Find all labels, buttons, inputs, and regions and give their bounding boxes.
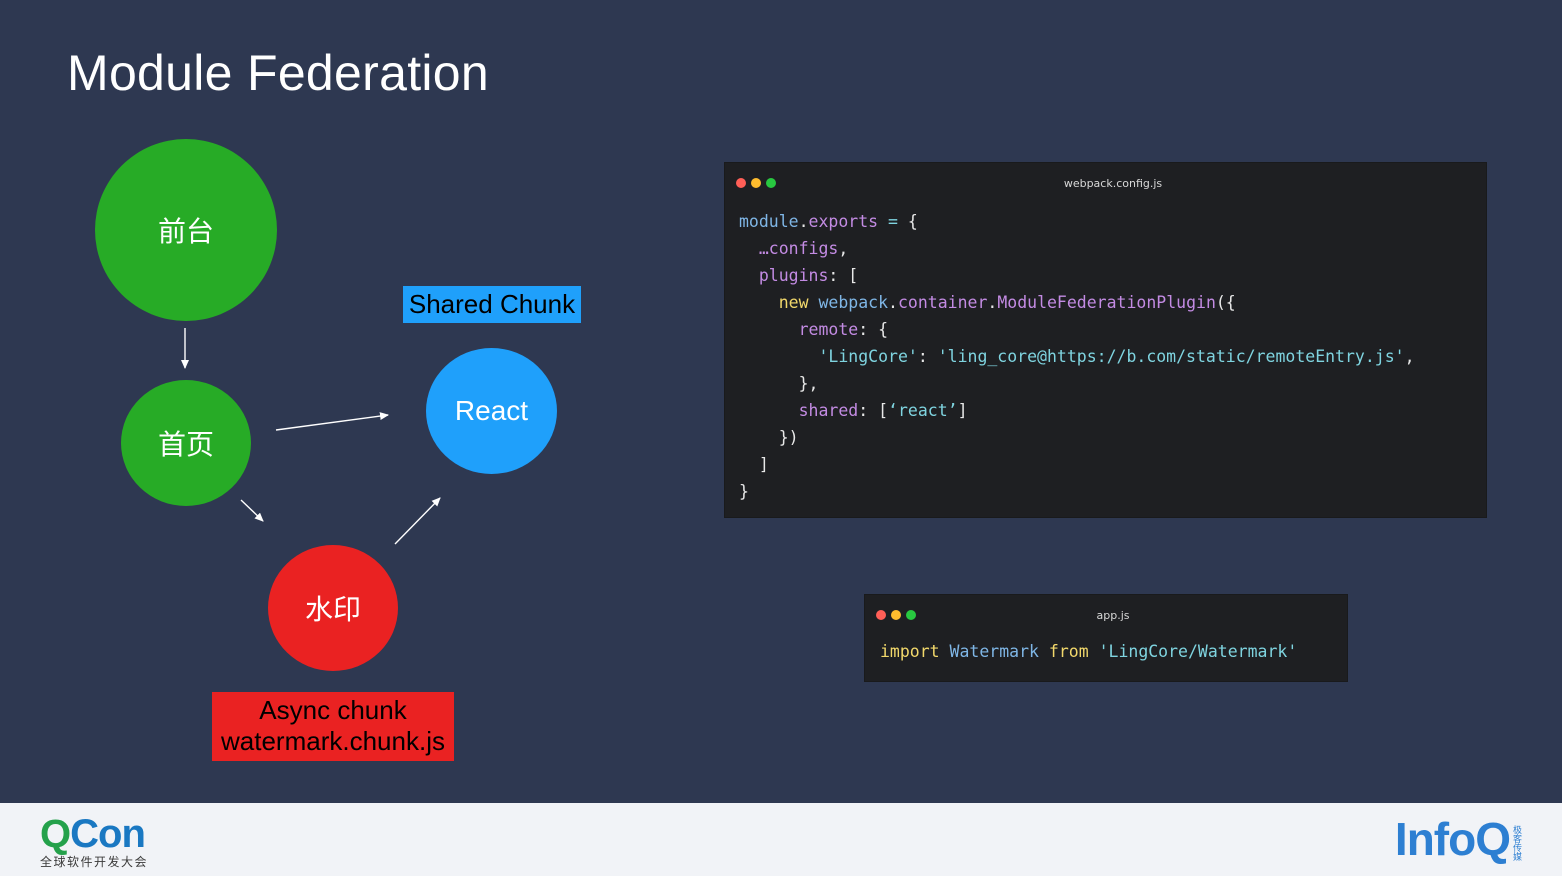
footer: QCon 全球软件开发大会 InfoQ 极客传媒 <box>0 803 1562 876</box>
code-line: shared: [‘react’] <box>798 401 968 420</box>
code-window-app: app.js import Watermark from 'LingCore/W… <box>865 595 1347 681</box>
code-line: …configs, <box>758 239 849 258</box>
code-block: import Watermark from 'LingCore/Watermar… <box>865 631 1347 665</box>
code-block: module.exports = { …configs, plugins: [ … <box>725 199 1486 505</box>
async-chunk-tag: Async chunk watermark.chunk.js <box>212 692 454 761</box>
async-chunk-label: Async chunk <box>259 695 407 725</box>
qcon-subtitle: 全球软件开发大会 <box>40 855 149 869</box>
infoq-subtitle: 极客传媒 <box>1512 825 1522 861</box>
window-filename: webpack.config.js <box>1063 177 1163 190</box>
arrow-shuiyin-to-react <box>394 497 441 545</box>
code-line: ] <box>739 455 769 474</box>
async-chunk-filename: watermark.chunk.js <box>221 726 445 756</box>
infoq-wordmark: InfoQ <box>1394 813 1511 865</box>
qcon-logo: QCon 全球软件开发大会 <box>40 813 148 870</box>
arrow-shouye-to-react <box>275 412 389 431</box>
code-line: }) <box>739 428 799 447</box>
code-window-config: webpack.config.js module.exports = { …co… <box>725 163 1486 517</box>
node-react-label: React <box>454 395 529 426</box>
node-react: React <box>426 348 557 474</box>
window-titlebar: app.js <box>865 595 1347 631</box>
infoq-logo: InfoQ 极客传媒 <box>1395 813 1524 865</box>
code-line: module.exports = { <box>739 212 918 231</box>
node-shuiyin: 水印 <box>268 545 398 671</box>
code-line: import Watermark from 'LingCore/Watermar… <box>880 642 1298 661</box>
shared-chunk-label: Shared Chunk <box>408 289 576 319</box>
node-shouye-label: 首页 <box>157 428 214 461</box>
code-line: }, <box>739 374 819 393</box>
code-line: 'LingCore': 'ling_core@https://b.com/sta… <box>818 347 1415 366</box>
qcon-wordmark: QCon <box>40 812 146 856</box>
node-shouye: 首页 <box>121 380 251 506</box>
code-line: plugins: [ <box>758 266 859 285</box>
window-titlebar: webpack.config.js <box>725 163 1486 199</box>
slide: Module Federation 前台 首页 React 水印 Shared … <box>0 0 1562 803</box>
code-line: } <box>739 482 749 501</box>
code-line: new webpack.container.ModuleFederationPl… <box>778 293 1236 312</box>
node-qiantai: 前台 <box>95 139 277 321</box>
node-shuiyin-label: 水印 <box>304 593 361 626</box>
node-qiantai-label: 前台 <box>157 215 214 248</box>
window-filename: app.js <box>1096 609 1130 622</box>
shared-chunk-tag: Shared Chunk <box>403 286 581 323</box>
code-line: remote: { <box>798 320 889 339</box>
arrow-shouye-to-shuiyin <box>240 499 264 522</box>
